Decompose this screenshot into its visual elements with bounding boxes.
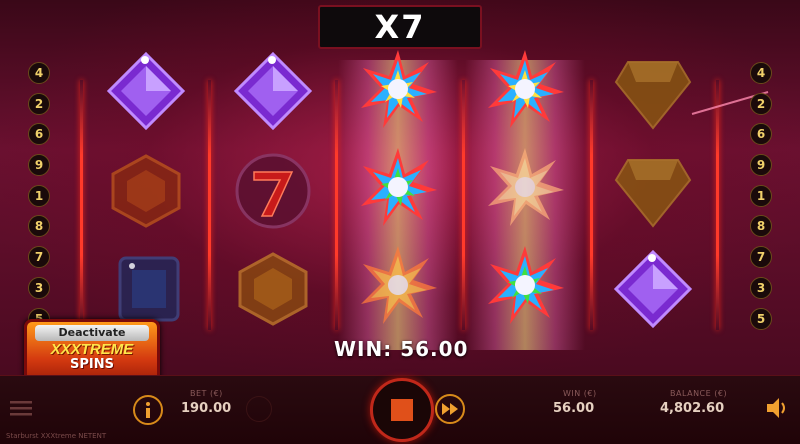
red-seven-symbol (235, 153, 311, 229)
payline-number: 9 (28, 154, 50, 177)
balance-value: 4,802.60 (660, 401, 725, 416)
balance-label: BALANCE (€) (670, 389, 728, 398)
win-multiplier: X7 (318, 5, 482, 49)
xxxtreme-title: XXXTREME (50, 341, 134, 358)
win-amount-display: WIN: 56.00 (334, 337, 469, 361)
blue-gem-symbol (118, 256, 180, 322)
payline-number: 8 (750, 215, 772, 238)
stop-icon (391, 399, 413, 421)
payline-number: 9 (750, 154, 772, 177)
purple-gem-symbol (233, 51, 313, 131)
payline-number: 4 (750, 62, 772, 84)
info-button[interactable] (133, 395, 163, 425)
menu-icon[interactable] (10, 400, 32, 416)
yellow-gem-symbol (614, 159, 692, 228)
payline-number: 2 (28, 92, 50, 115)
fast-forward-icon (442, 403, 458, 415)
payline-number: 1 (750, 184, 772, 207)
spins-label: SPINS (70, 357, 114, 372)
bet-settings-button[interactable] (246, 396, 272, 422)
payline-number: 8 (28, 215, 50, 238)
bet-value: 190.00 (181, 401, 232, 416)
win-value: 56.00 (553, 401, 595, 416)
footer-game-info: Starburst XXXtreme NETENT (6, 432, 107, 440)
payline-number: 5 (750, 307, 772, 330)
starburst-wild-symbol (361, 148, 437, 226)
payline-number: 1 (28, 184, 50, 207)
payline-number: 2 (750, 92, 772, 115)
paylines-left: 4 2 6 9 1 8 7 3 5 (28, 62, 50, 338)
payline-number: 6 (28, 123, 50, 146)
payline-number: 3 (28, 276, 50, 299)
starburst-wild-symbol (488, 246, 564, 324)
payline-number: 7 (28, 246, 50, 269)
payline-number: 6 (750, 123, 772, 146)
purple-gem-symbol (613, 249, 693, 329)
starburst-wild-symbol (488, 148, 564, 226)
starburst-wild-symbol (361, 50, 437, 128)
orange-hexagon-symbol (111, 154, 181, 228)
starburst-wild-symbol (361, 246, 437, 324)
yellow-gem-symbol (614, 61, 692, 130)
autoplay-button[interactable] (435, 394, 465, 424)
reel-separator (80, 80, 83, 330)
payline-number: 4 (28, 62, 50, 84)
spin-button[interactable] (370, 378, 434, 442)
sound-icon[interactable] (767, 398, 789, 418)
starburst-wild-symbol (488, 50, 564, 128)
paylines-right: 4 2 6 9 1 8 7 3 5 (750, 62, 772, 338)
reel-separator (590, 80, 593, 330)
win-label: WIN (€) (563, 389, 597, 398)
orange-hexagon-symbol (238, 252, 308, 326)
bet-label: BET (€) (190, 389, 223, 398)
info-icon (146, 402, 150, 418)
control-bar: BET (€) 190.00 WIN (€) 56.00 BALANCE (€)… (0, 375, 800, 444)
reel-separator (208, 80, 211, 330)
payline-number: 7 (750, 246, 772, 269)
payline-number: 3 (750, 276, 772, 299)
purple-gem-symbol (106, 51, 186, 131)
deactivate-label: Deactivate (35, 325, 149, 341)
